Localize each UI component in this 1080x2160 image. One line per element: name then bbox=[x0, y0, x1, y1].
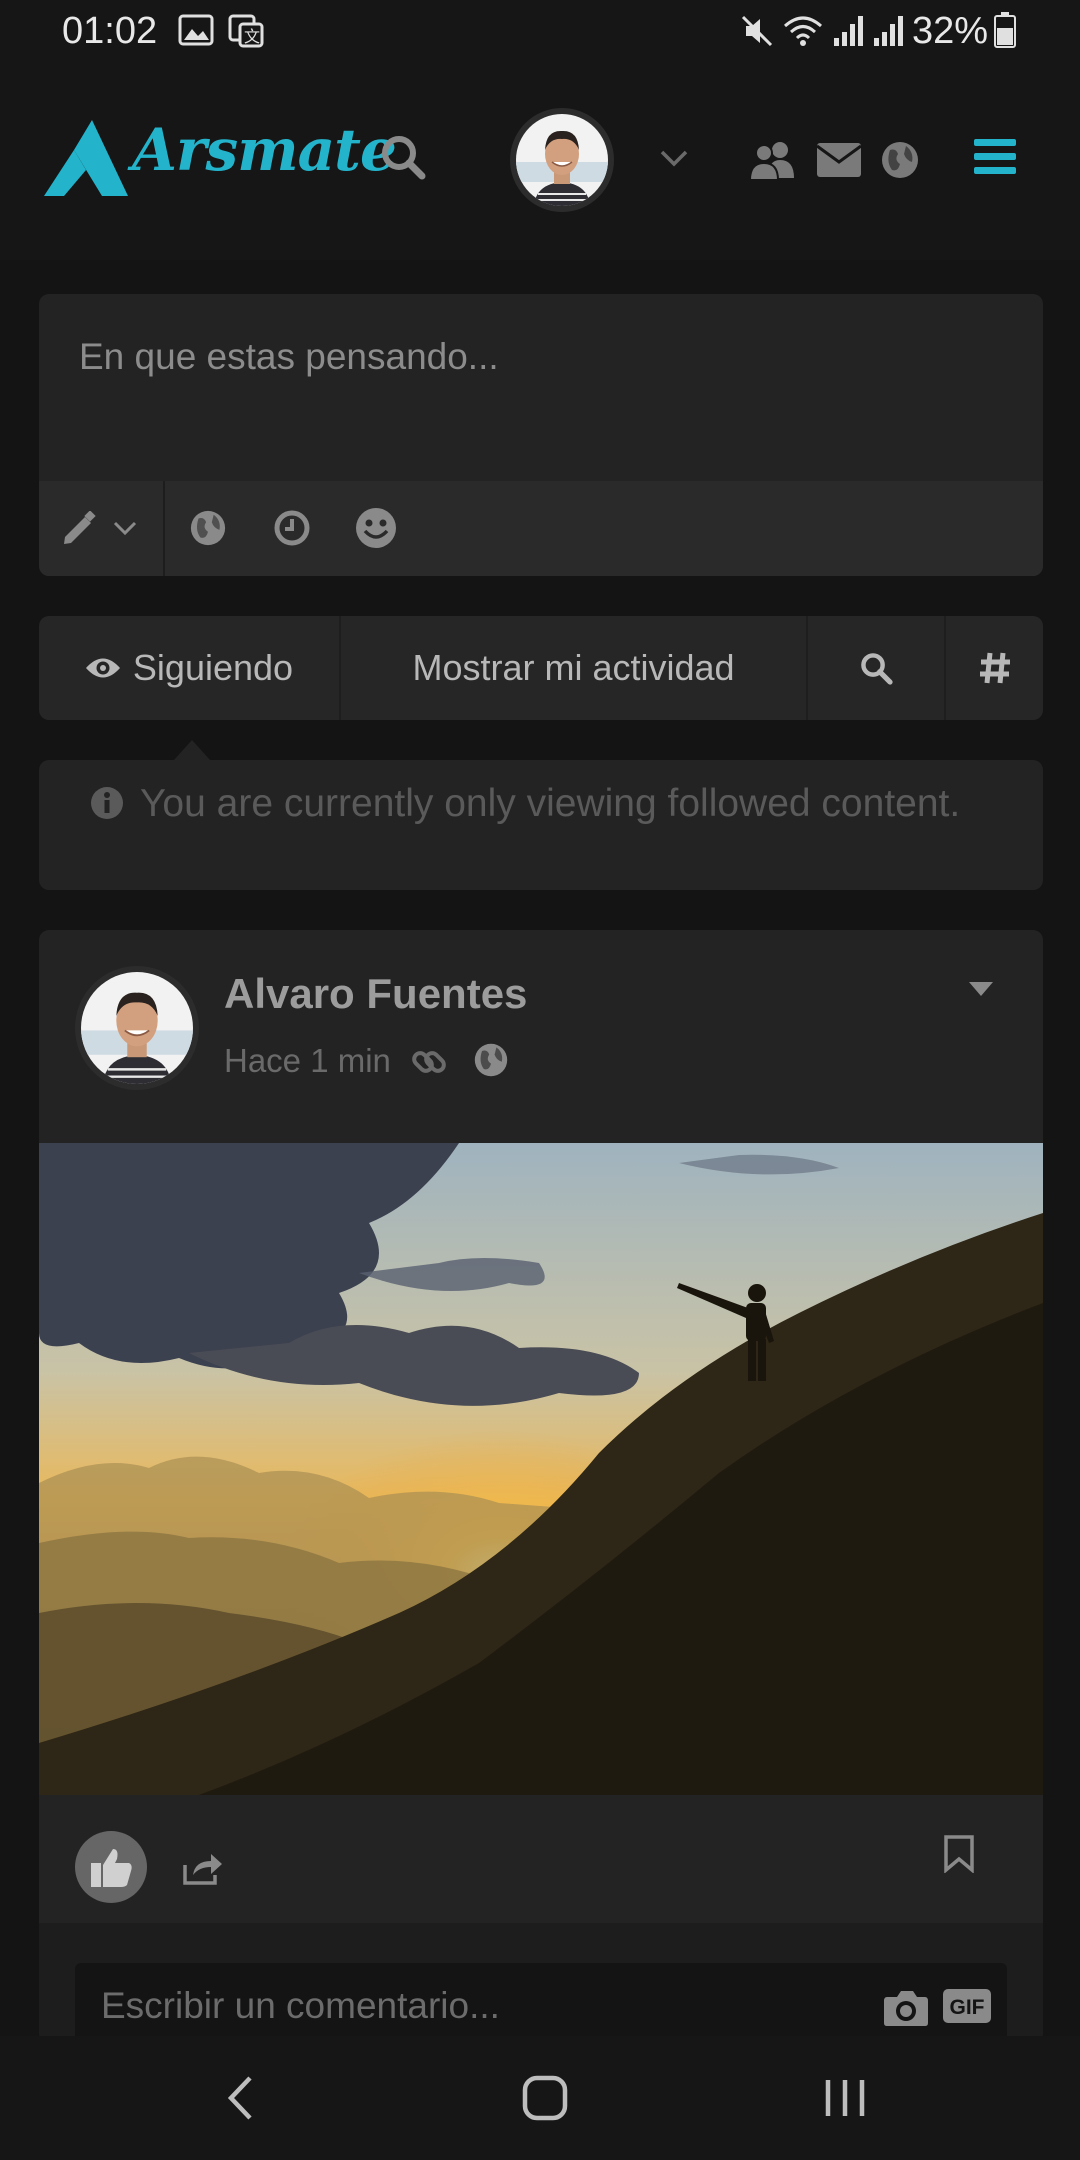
post-composer[interactable]: En que estas pensando... bbox=[39, 294, 1043, 576]
post-comments-area: Escribir un comentario... GIF bbox=[39, 1923, 1043, 2043]
composer-divider bbox=[163, 481, 165, 576]
translate-icon: 文 bbox=[228, 14, 264, 48]
info-icon bbox=[91, 787, 123, 819]
wifi-icon bbox=[784, 16, 822, 46]
share-icon[interactable] bbox=[183, 1851, 223, 1885]
post-timestamp[interactable]: Hace 1 min bbox=[224, 1042, 391, 1080]
filter-search-button[interactable] bbox=[808, 616, 944, 720]
author-avatar-image bbox=[81, 972, 193, 1084]
post-type-chevron-icon[interactable] bbox=[113, 521, 137, 537]
tab-show-my-activity-label: Mostrar mi actividad bbox=[412, 647, 735, 688]
search-icon[interactable] bbox=[380, 134, 426, 180]
mountain-sunset-photo bbox=[39, 1143, 1043, 1795]
signal-icon bbox=[834, 16, 863, 46]
composer-input[interactable]: En que estas pensando... bbox=[79, 336, 499, 378]
chevron-down-icon[interactable] bbox=[660, 150, 688, 168]
notice-pointer bbox=[174, 740, 210, 760]
post-privacy-globe-icon bbox=[474, 1043, 508, 1077]
back-button[interactable] bbox=[200, 2036, 280, 2160]
comment-placeholder: Escribir un comentario... bbox=[101, 1985, 500, 2026]
user-avatar[interactable] bbox=[510, 108, 614, 212]
emoji-icon[interactable] bbox=[355, 507, 397, 549]
privacy-globe-icon[interactable] bbox=[189, 509, 227, 547]
hashtag-icon bbox=[979, 652, 1010, 684]
comment-input[interactable]: Escribir un comentario... GIF bbox=[75, 1963, 1007, 2043]
post-author-avatar[interactable] bbox=[75, 966, 199, 1090]
mute-icon bbox=[741, 15, 773, 47]
brand-name[interactable]: Arsmate bbox=[132, 116, 397, 184]
thumbs-up-icon bbox=[91, 1849, 132, 1887]
tab-following-label: Siguiendo bbox=[132, 647, 294, 688]
gif-icon[interactable]: GIF bbox=[943, 1989, 991, 2023]
status-time: 01:02 bbox=[62, 10, 158, 52]
svg-text:GIF: GIF bbox=[950, 1996, 985, 2019]
feed-filter-bar: Siguiendo Mostrar mi actividad bbox=[39, 616, 1043, 720]
schedule-clock-icon[interactable] bbox=[273, 509, 311, 547]
back-icon bbox=[227, 2076, 252, 2120]
pencil-icon[interactable] bbox=[61, 511, 97, 547]
battery-percent: 32% bbox=[912, 10, 989, 52]
battery-icon bbox=[994, 12, 1016, 48]
messages-icon[interactable] bbox=[816, 142, 862, 178]
svg-text:文: 文 bbox=[244, 28, 260, 46]
notice-text: You are currently only viewing followed … bbox=[140, 782, 961, 825]
menu-icon[interactable] bbox=[974, 138, 1016, 176]
permalink-icon[interactable] bbox=[409, 1042, 449, 1082]
bookmark-icon[interactable] bbox=[943, 1835, 975, 1873]
brand-logo-icon[interactable] bbox=[44, 120, 134, 198]
post-options-caret-icon[interactable] bbox=[967, 980, 995, 998]
status-bar: 01:02 文 32% bbox=[0, 0, 1080, 62]
recents-button[interactable] bbox=[805, 2036, 885, 2160]
globe-icon[interactable] bbox=[880, 140, 920, 180]
app-header: Arsmate bbox=[0, 62, 1080, 260]
composer-toolbar bbox=[39, 481, 1043, 576]
signal-icon-2 bbox=[874, 16, 903, 46]
like-button[interactable] bbox=[75, 1831, 147, 1903]
gallery-icon bbox=[178, 14, 214, 46]
tab-show-my-activity[interactable]: Mostrar mi actividad bbox=[341, 616, 806, 720]
post-author-name[interactable]: Alvaro Fuentes bbox=[224, 970, 527, 1018]
home-button[interactable] bbox=[500, 2036, 590, 2160]
friends-icon[interactable] bbox=[750, 140, 796, 180]
post-actions-bar bbox=[39, 1795, 1043, 1923]
recents-icon bbox=[825, 2080, 865, 2116]
post-card: Alvaro Fuentes Hace 1 min Escribir un co… bbox=[39, 930, 1043, 2043]
followed-content-notice: You are currently only viewing followed … bbox=[39, 760, 1043, 890]
avatar-image bbox=[516, 114, 608, 206]
camera-icon[interactable] bbox=[883, 1989, 929, 2027]
post-image[interactable] bbox=[39, 1143, 1043, 1795]
home-icon bbox=[522, 2075, 568, 2121]
hashtag-button[interactable] bbox=[946, 616, 1043, 720]
eye-icon bbox=[85, 658, 120, 678]
filter-search-icon bbox=[861, 653, 893, 685]
system-navigation-bar bbox=[0, 2036, 1080, 2160]
tab-following[interactable]: Siguiendo bbox=[39, 616, 339, 720]
